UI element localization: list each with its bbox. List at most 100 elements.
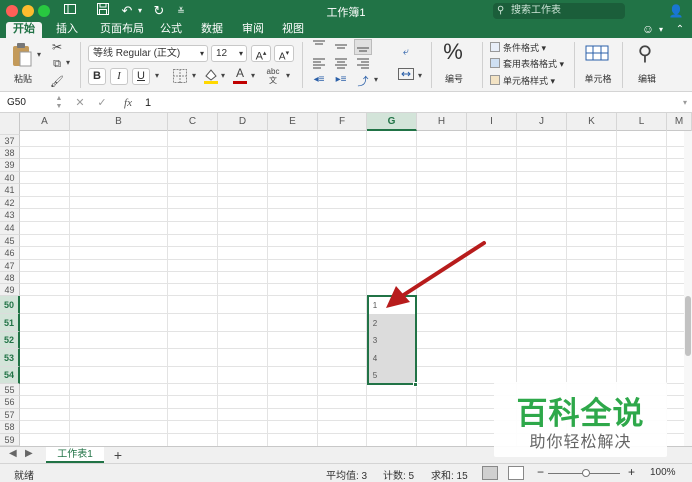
- number-label[interactable]: 编号: [440, 72, 468, 85]
- paste-dropdown-icon[interactable]: ▾: [35, 50, 43, 59]
- search-sheet-input[interactable]: ⚲ 搜索工作表: [493, 3, 625, 19]
- row-header-41[interactable]: 41: [0, 184, 20, 197]
- font-color-icon[interactable]: A: [232, 67, 248, 85]
- align-middle-icon[interactable]: [332, 40, 350, 54]
- merge-center-icon[interactable]: [397, 68, 415, 82]
- italic-button[interactable]: I: [110, 68, 128, 85]
- zoom-in-icon[interactable]: +: [628, 465, 635, 479]
- tab-data[interactable]: 数据: [198, 22, 226, 38]
- row-header-48[interactable]: 48: [0, 272, 20, 284]
- underline-button[interactable]: U: [132, 68, 150, 85]
- tab-home[interactable]: 开始: [6, 22, 42, 38]
- phonetic-icon[interactable]: abc 文: [264, 67, 282, 85]
- row-header-57[interactable]: 57: [0, 409, 20, 421]
- zoom-slider-knob[interactable]: [582, 469, 590, 477]
- vertical-scrollbar[interactable]: [684, 131, 692, 446]
- normal-view-icon[interactable]: [482, 466, 498, 480]
- increase-indent-icon[interactable]: ▸≡: [332, 74, 350, 88]
- expand-formula-bar-icon[interactable]: ▾: [680, 95, 690, 111]
- cancel-entry-icon[interactable]: ✕: [74, 95, 86, 111]
- format-painter-icon[interactable]: 🖌: [50, 75, 64, 88]
- row-header-42[interactable]: 42: [0, 197, 20, 209]
- number-format-icon[interactable]: %: [440, 40, 466, 64]
- column-header-l[interactable]: L: [617, 113, 667, 131]
- column-header-f[interactable]: F: [318, 113, 367, 131]
- row-header-59[interactable]: 59: [0, 434, 20, 446]
- column-header-a[interactable]: A: [20, 113, 70, 131]
- row-header-52[interactable]: 52: [0, 332, 20, 349]
- confirm-entry-icon[interactable]: ✓: [96, 95, 108, 111]
- font-color-dropdown-icon[interactable]: ▾: [249, 71, 257, 80]
- row-header-47[interactable]: 47: [0, 260, 20, 272]
- fill-color-dropdown-icon[interactable]: ▾: [219, 71, 227, 80]
- column-header-d[interactable]: D: [218, 113, 268, 131]
- decrease-font-size-button[interactable]: A▾: [274, 45, 294, 62]
- name-box-stepper-icon[interactable]: ▲ ▼: [54, 95, 64, 111]
- paste-icon[interactable]: [10, 42, 34, 68]
- zoom-level[interactable]: 100%: [650, 467, 676, 478]
- row-header-45[interactable]: 45: [0, 235, 20, 247]
- orientation-dropdown-icon[interactable]: ▾: [372, 75, 380, 84]
- copy-icon[interactable]: ⧉: [50, 58, 64, 71]
- align-left-icon[interactable]: [310, 57, 328, 71]
- fill-handle[interactable]: [413, 382, 418, 387]
- row-header-38[interactable]: 38: [0, 147, 20, 159]
- row-header-50[interactable]: 50: [0, 296, 20, 314]
- feedback-dropdown-icon[interactable]: ▾: [656, 22, 666, 38]
- conditional-formatting-button[interactable]: 条件格式 ▾: [490, 42, 546, 54]
- cells-label[interactable]: 单元格: [580, 72, 616, 85]
- previous-sheet-icon[interactable]: ◀: [9, 448, 17, 459]
- phonetic-dropdown-icon[interactable]: ▾: [284, 71, 292, 80]
- align-top-icon[interactable]: [310, 40, 328, 54]
- insert-function-icon[interactable]: fx: [120, 95, 136, 111]
- row-header-40[interactable]: 40: [0, 172, 20, 184]
- row-header-58[interactable]: 58: [0, 421, 20, 434]
- feedback-smiley-icon[interactable]: ☺: [640, 22, 656, 38]
- vertical-scrollbar-thumb[interactable]: [685, 296, 691, 356]
- column-header-m[interactable]: M: [667, 113, 692, 131]
- align-bottom-icon[interactable]: [354, 39, 372, 55]
- row-header-51[interactable]: 51: [0, 314, 20, 332]
- bold-button[interactable]: B: [88, 68, 106, 85]
- increase-font-size-button[interactable]: A▴: [251, 45, 271, 63]
- column-header-c[interactable]: C: [168, 113, 218, 131]
- row-header-46[interactable]: 46: [0, 247, 20, 260]
- column-header-h[interactable]: H: [417, 113, 467, 131]
- fill-color-icon[interactable]: [203, 67, 219, 85]
- column-header-b[interactable]: B: [70, 113, 168, 131]
- editing-label[interactable]: 编辑: [632, 72, 662, 85]
- cut-icon[interactable]: ✂: [50, 40, 64, 54]
- row-header-56[interactable]: 56: [0, 396, 20, 409]
- column-header-e[interactable]: E: [268, 113, 318, 131]
- borders-dropdown-icon[interactable]: ▾: [190, 71, 198, 80]
- sheet-tab-sheet1[interactable]: 工作表1: [46, 447, 104, 463]
- cell-styles-button[interactable]: 单元格样式 ▾: [490, 75, 555, 87]
- decrease-indent-icon[interactable]: ◂≡: [310, 74, 328, 88]
- borders-icon[interactable]: [172, 69, 188, 84]
- row-header-53[interactable]: 53: [0, 349, 20, 367]
- underline-dropdown-icon[interactable]: ▾: [153, 71, 161, 80]
- column-header-g[interactable]: G: [367, 113, 417, 131]
- align-right-icon[interactable]: [354, 57, 372, 71]
- zoom-out-icon[interactable]: −: [537, 465, 544, 479]
- row-header-55[interactable]: 55: [0, 384, 20, 396]
- row-header-37[interactable]: 37: [0, 135, 20, 147]
- row-header-49[interactable]: 49: [0, 284, 20, 296]
- column-header-i[interactable]: I: [467, 113, 517, 131]
- merge-dropdown-icon[interactable]: ▾: [416, 71, 424, 80]
- align-center-icon[interactable]: [332, 57, 350, 71]
- tab-formulas[interactable]: 公式: [157, 22, 185, 38]
- cells-icon[interactable]: [583, 42, 611, 66]
- copy-dropdown-icon[interactable]: ▾: [64, 58, 72, 67]
- column-header-k[interactable]: K: [567, 113, 617, 131]
- select-all-corner[interactable]: [0, 113, 20, 131]
- orientation-icon[interactable]: ⤴: [355, 73, 371, 88]
- collapse-ribbon-icon[interactable]: ⌃: [674, 22, 686, 38]
- tab-insert[interactable]: 插入: [52, 22, 82, 38]
- row-header-39[interactable]: 39: [0, 159, 20, 172]
- page-layout-view-icon[interactable]: [508, 466, 524, 480]
- row-header-43[interactable]: 43: [0, 209, 20, 222]
- formula-input[interactable]: 1: [145, 95, 151, 111]
- column-header-j[interactable]: J: [517, 113, 567, 131]
- tab-view[interactable]: 视图: [279, 22, 307, 38]
